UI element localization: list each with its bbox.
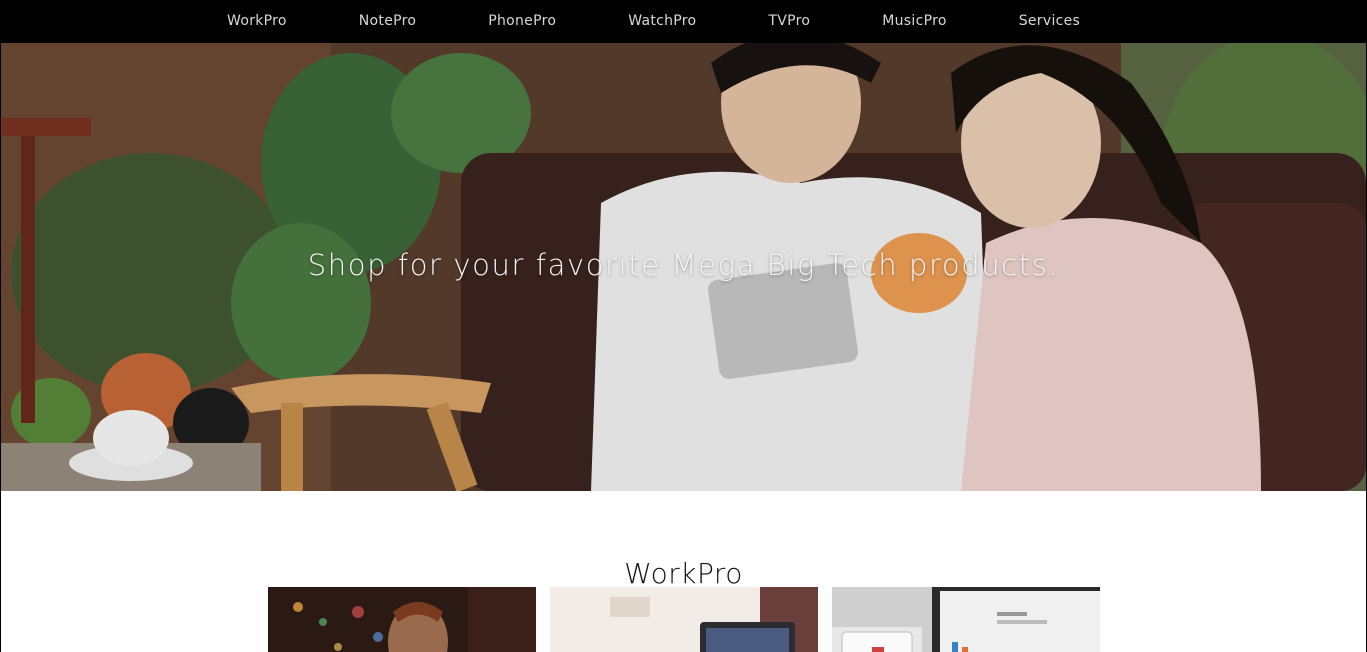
nav-link-workpro[interactable]: WorkPro: [191, 0, 323, 43]
man-with-laptop-photo: [268, 587, 536, 652]
nav-link-phonepro[interactable]: PhonePro: [452, 0, 592, 43]
hero-tagline: Shop for your favorite Mega Big Tech pro…: [307, 248, 1060, 282]
product-card-3[interactable]: [832, 587, 1100, 652]
top-navigation: WorkPro NotePro PhonePro WatchPro TVPro …: [1, 0, 1366, 43]
section-title-workpro: WorkPro: [624, 557, 743, 591]
nav-item-watchpro: WatchPro: [592, 0, 732, 43]
product-card-1[interactable]: [268, 587, 536, 652]
product-card-2[interactable]: [550, 587, 818, 652]
nav-item-tvpro: TVPro: [732, 0, 846, 43]
product-cards: [268, 587, 1100, 652]
nav-list: WorkPro NotePro PhonePro WatchPro TVPro …: [191, 0, 1116, 43]
nav-link-tvpro[interactable]: TVPro: [732, 0, 846, 43]
laptop-on-desk-photo: [550, 587, 818, 652]
nav-item-workpro: WorkPro: [191, 0, 323, 43]
nav-link-watchpro[interactable]: WatchPro: [592, 0, 732, 43]
page: WorkPro NotePro PhonePro WatchPro TVPro …: [0, 0, 1367, 652]
nav-link-notepro[interactable]: NotePro: [323, 0, 452, 43]
nav-link-services[interactable]: Services: [983, 0, 1116, 43]
nav-item-services: Services: [983, 0, 1116, 43]
tablet-and-monitor-photo: [832, 587, 1100, 652]
nav-link-musicpro[interactable]: MusicPro: [846, 0, 982, 43]
nav-item-musicpro: MusicPro: [846, 0, 982, 43]
hero-banner: Shop for your favorite Mega Big Tech pro…: [1, 43, 1366, 491]
nav-item-notepro: NotePro: [323, 0, 452, 43]
nav-item-phonepro: PhonePro: [452, 0, 592, 43]
